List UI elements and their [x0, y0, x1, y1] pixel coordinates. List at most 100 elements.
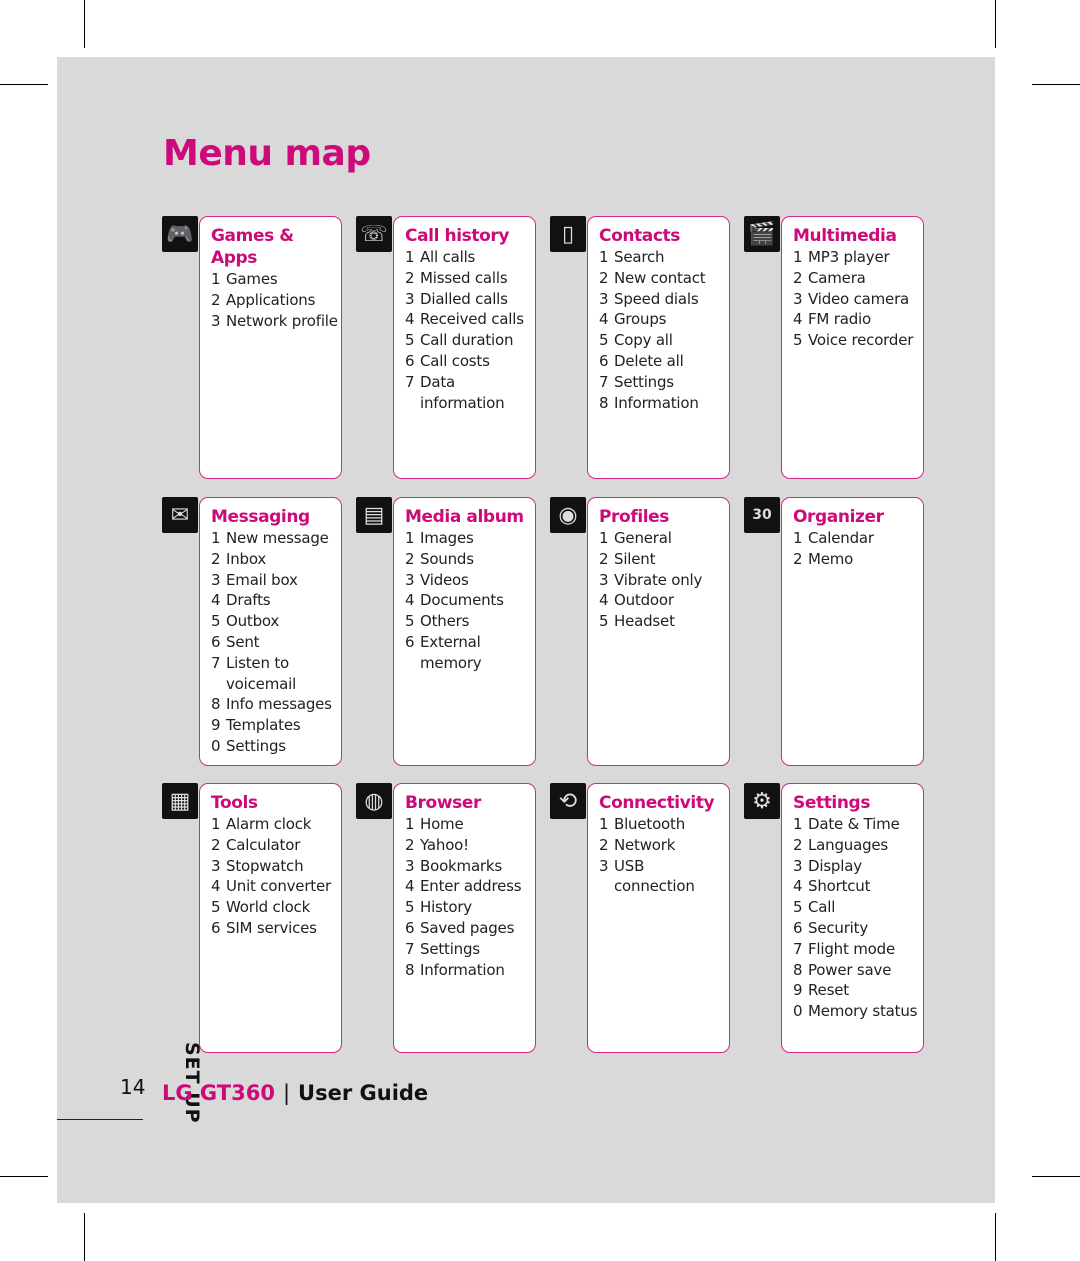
- menu-item-label: Copy all: [614, 331, 673, 350]
- menu-item-number: 5: [211, 612, 221, 631]
- menu-item-label: Calculator: [226, 835, 301, 854]
- menu-item-label: Settings: [614, 372, 674, 391]
- menu-item-number: 5: [405, 612, 415, 631]
- menu-item-number: 5: [405, 331, 415, 350]
- menu-item: 3 USB connection: [599, 856, 729, 898]
- menu-item-number: 4: [599, 591, 609, 610]
- globe-icon: ◍: [356, 783, 392, 819]
- menu-item-label: Email box: [226, 570, 298, 589]
- menu-item: 1 Calendar: [793, 528, 923, 549]
- menu-item: 1 New message: [211, 528, 341, 549]
- menu-item: 9 Templates: [211, 715, 341, 736]
- menu-item-number: 4: [211, 591, 221, 610]
- menu-item-label: Call duration: [420, 331, 514, 350]
- menu-item-number: 4: [793, 877, 803, 896]
- menu-item-label: Sent: [226, 632, 260, 651]
- menu-item-label: Inbox: [226, 549, 267, 568]
- menu-item: 1 All calls: [405, 247, 535, 268]
- menu-title: Multimedia: [793, 226, 897, 246]
- gear-icon: ⚙: [744, 783, 780, 819]
- menu-item: 2 New contact: [599, 268, 729, 289]
- menu-item-number: 1: [405, 815, 415, 833]
- menu-item-label: Security: [808, 918, 868, 937]
- menu-item: 3 Bookmarks: [405, 856, 535, 877]
- menu-item-number: 6: [405, 351, 415, 370]
- menu-item: 7 Settings: [599, 372, 729, 393]
- menu-item-number: 7: [599, 372, 609, 391]
- menu-item-number: 2: [211, 549, 221, 568]
- menu-item: 2 Calculator: [211, 835, 341, 856]
- menu-item-number: 2: [211, 835, 221, 854]
- menu-item-number: 6: [793, 918, 803, 937]
- menu-item-number: 3: [405, 856, 415, 875]
- menu-item-label: SIM services: [226, 918, 317, 937]
- menu-item: 4 Documents: [405, 590, 535, 611]
- menu-item-number: 2: [599, 549, 609, 568]
- menu-item-number: 1: [405, 529, 415, 547]
- menu-item-number: 3: [793, 289, 803, 308]
- menu-item-number: 7: [405, 939, 415, 958]
- menu-item-label: New message: [226, 529, 329, 547]
- menu-item: 6 SIM services: [211, 918, 341, 939]
- menu-item: 6 Call costs: [405, 351, 535, 372]
- menu-item-label: Drafts: [226, 591, 271, 610]
- menu-item: 3 Display: [793, 856, 923, 877]
- menu-item-label: Power save: [808, 960, 892, 979]
- gamepad-icon: 🎮: [162, 216, 198, 252]
- footer: LG GT360 | User Guide: [162, 1081, 428, 1105]
- menu-item-label: Date & Time: [808, 815, 900, 833]
- menu-item-label: Silent: [614, 549, 656, 568]
- menu-item: 2 Yahoo!: [405, 835, 535, 856]
- menu-box: Tools 1 Alarm clock 2 Calculator 3 Stopwatch 4 U…: [199, 783, 342, 1053]
- menu-item: 4 FM radio: [793, 309, 923, 330]
- menu-item-label: World clock: [226, 898, 311, 917]
- menu-item-label: Call costs: [420, 351, 490, 370]
- menu-item-number: 1: [793, 529, 803, 547]
- menu-item-label: Reset: [808, 981, 849, 1000]
- menu-item-label: Videos: [420, 570, 469, 589]
- menu-item: 8 Power save: [793, 960, 923, 981]
- menu-item-number: 2: [405, 835, 415, 854]
- crop-mark: [0, 84, 48, 85]
- menu-item-label: External memory: [420, 632, 482, 672]
- call-history-icon: ☏: [356, 216, 392, 252]
- menu-box: Connectivity 1 Bluetooth 2 Network 3 USB conne…: [587, 783, 730, 1053]
- calculator-icon: ▦: [162, 783, 198, 819]
- menu-item: 2 Languages: [793, 835, 923, 856]
- menu-item-label: Delete all: [614, 351, 684, 370]
- menu-item-label: Shortcut: [808, 877, 871, 896]
- menu-item: 4 Unit converter: [211, 876, 341, 897]
- menu-item-number: 1: [599, 529, 609, 547]
- clapperboard-icon: 🎬: [744, 216, 780, 252]
- menu-item: 4 Outdoor: [599, 590, 729, 611]
- menu-item-label: Network profile: [226, 311, 338, 330]
- menu-item-number: 2: [405, 268, 415, 287]
- menu-item: 6 Sent: [211, 632, 341, 653]
- menu-item-number: 0: [793, 1002, 803, 1021]
- menu-title: Media album: [405, 507, 524, 527]
- page-number: 14: [120, 1075, 146, 1099]
- menu-item-number: 4: [211, 877, 221, 896]
- menu-item-label: Bluetooth: [614, 815, 686, 833]
- crop-mark: [995, 0, 996, 48]
- menu-item: 4 Received calls: [405, 309, 535, 330]
- menu-item: 7 Settings: [405, 939, 535, 960]
- menu-item-number: 5: [405, 898, 415, 917]
- menu-box: Browser 1 Home 2 Yahoo! 3 Bookmarks 4 Enter addr…: [393, 783, 536, 1053]
- menu-item-label: Documents: [420, 591, 504, 610]
- menu-title: Connectivity: [599, 793, 715, 813]
- menu-item: 5 Call duration: [405, 330, 535, 351]
- menu-item-number: 5: [599, 612, 609, 631]
- menu-item: 7 Flight mode: [793, 939, 923, 960]
- menu-item: 7 Listen to voicemail: [211, 653, 341, 695]
- menu-item: 6 External memory: [405, 632, 535, 674]
- menu-item-label: Dialled calls: [420, 289, 508, 308]
- menu-item-label: Games: [226, 270, 278, 288]
- menu-item-label: Information: [614, 393, 699, 412]
- menu-item-number: 2: [793, 549, 803, 568]
- menu-item: 2 Camera: [793, 268, 923, 289]
- menu-item-number: 2: [599, 268, 609, 287]
- footer-brand: LG GT360: [162, 1081, 275, 1105]
- menu-item: 1 Date & Time: [793, 814, 923, 835]
- menu-item-label: Enter address: [420, 877, 522, 896]
